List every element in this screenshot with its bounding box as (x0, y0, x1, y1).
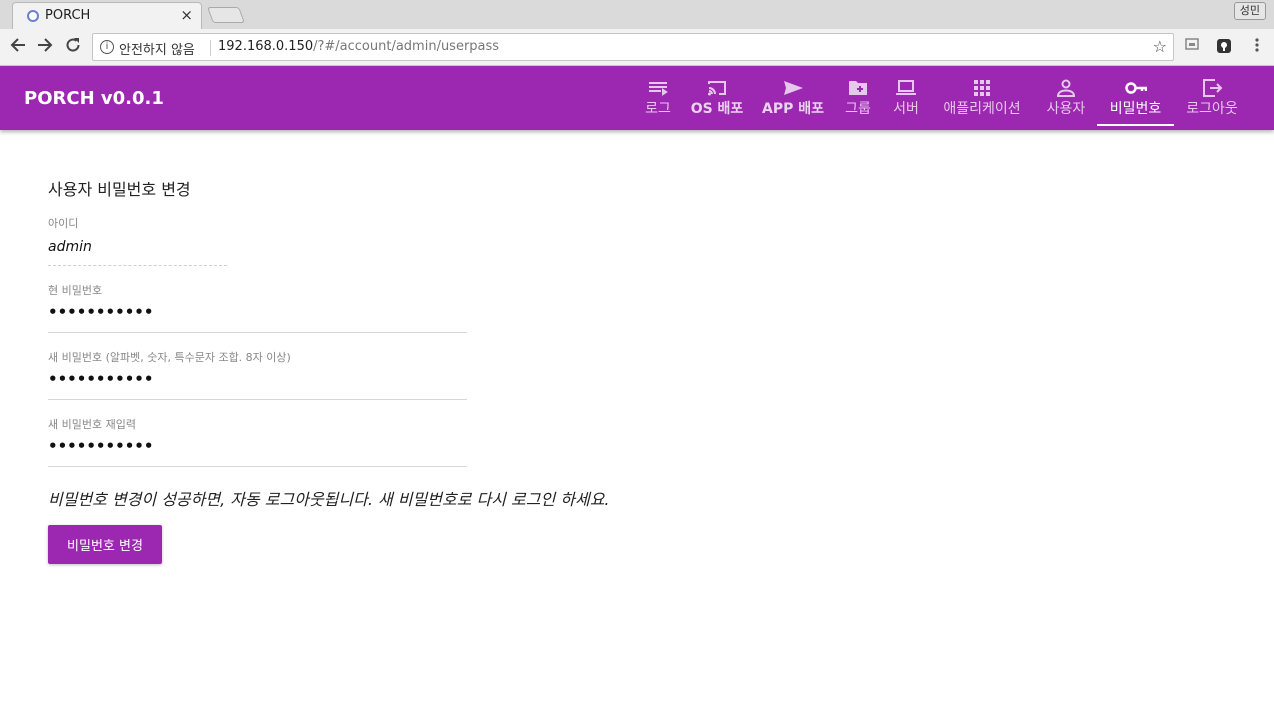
tab-title: PORCH (45, 8, 91, 23)
nav-application-label: 애플리케이션 (943, 101, 1021, 117)
new-tab-button[interactable] (207, 7, 245, 23)
id-label: 아이디 (48, 217, 79, 230)
url-path: /?#/account/admin/userpass (313, 39, 500, 54)
nav-app-deploy-label: APP 배포 (762, 101, 824, 117)
info-icon[interactable]: i (100, 40, 114, 54)
laptop-icon (896, 80, 916, 95)
id-value: admin (48, 239, 92, 255)
nav-group-label: 그룹 (845, 101, 871, 117)
folder-add-icon (849, 81, 867, 95)
key-icon (1124, 82, 1147, 94)
nav-application[interactable]: 애플리케이션 (936, 66, 1028, 126)
browser-tab[interactable]: PORCH × (12, 2, 202, 29)
browser-tabstrip: PORCH × 성민 (0, 0, 1274, 29)
nav-os-deploy-label: OS 배포 (690, 101, 744, 117)
bookmark-star-icon[interactable]: ☆ (1153, 37, 1167, 56)
nav-user[interactable]: 사용자 (1041, 66, 1091, 126)
nav-logout-label: 로그아웃 (1186, 101, 1238, 117)
porch-favicon-icon (27, 10, 39, 22)
confirm-password-label: 새 비밀번호 재입력 (48, 418, 136, 431)
new-password-label: 새 비밀번호 (알파벳, 숫자, 특수문자 조합. 8자 이상) (48, 351, 291, 364)
nav-password-label: 비밀번호 (1109, 101, 1162, 117)
nav-log[interactable]: 로그 (640, 66, 676, 126)
nav-logout[interactable]: 로그아웃 (1181, 66, 1243, 126)
list-icon (649, 82, 668, 96)
confirm-password-input[interactable]: ••••••••••• (48, 437, 153, 455)
logout-notice: 비밀번호 변경이 성공하면, 자동 로그아웃됩니다. 새 비밀번호로 다시 로그… (48, 490, 610, 509)
nav-group[interactable]: 그룹 (840, 66, 876, 126)
browser-toolbar: i 안전하지 않음 192.168.0.150/?#/account/admin… (0, 29, 1274, 66)
back-arrow-icon[interactable] (7, 36, 29, 58)
confirm-password-underline (48, 466, 467, 467)
security-label: 안전하지 않음 (119, 43, 195, 58)
menu-dots-icon[interactable] (1249, 38, 1265, 54)
current-password-underline (48, 332, 467, 333)
nav-app-deploy[interactable]: APP 배포 (759, 66, 827, 126)
nav-os-deploy[interactable]: OS 배포 (688, 66, 746, 126)
address-bar[interactable]: i 안전하지 않음 192.168.0.150/?#/account/admin… (92, 33, 1174, 61)
forward-arrow-icon[interactable] (34, 36, 56, 58)
tab-close-icon[interactable]: × (180, 6, 193, 24)
current-password-input[interactable]: ••••••••••• (48, 303, 153, 321)
person-icon (1056, 79, 1076, 97)
profile-button[interactable]: 성민 (1233, 2, 1266, 20)
url-host: 192.168.0.150 (218, 39, 314, 54)
current-password-label: 현 비밀번호 (48, 284, 103, 297)
page-title: 사용자 비밀번호 변경 (48, 180, 191, 199)
nav-server[interactable]: 서버 (888, 66, 924, 126)
send-icon (784, 81, 803, 95)
exit-icon (1203, 79, 1223, 97)
new-password-input[interactable]: ••••••••••• (48, 370, 153, 388)
new-password-underline (48, 399, 467, 400)
cast-extension-icon[interactable] (1184, 38, 1200, 54)
address-divider (210, 40, 211, 56)
reload-icon[interactable] (62, 36, 84, 58)
app-brand: PORCH v0.0.1 (24, 88, 164, 109)
nav-password[interactable]: 비밀번호 (1097, 66, 1174, 126)
nav-log-label: 로그 (645, 101, 671, 117)
password-manager-icon[interactable] (1216, 38, 1232, 54)
nav-server-label: 서버 (893, 101, 919, 117)
change-password-button[interactable]: 비밀번호 변경 (48, 525, 162, 564)
nav-user-label: 사용자 (1046, 101, 1086, 117)
url-text: 192.168.0.150/?#/account/admin/userpass (218, 39, 499, 54)
cast-icon (708, 81, 726, 96)
apps-grid-icon (974, 80, 990, 96)
id-field-underline (48, 265, 227, 266)
app-bar: PORCH v0.0.1 로그 OS 배포 APP 배포 그룹 서버 애플리케이… (0, 66, 1274, 130)
